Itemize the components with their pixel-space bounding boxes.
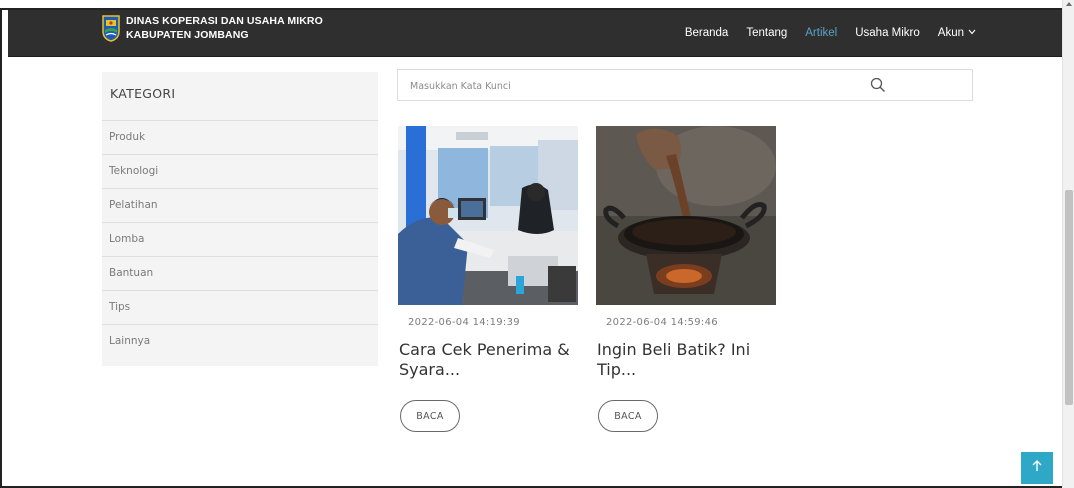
search-bar bbox=[397, 69, 973, 101]
nav-akun-label: Akun bbox=[937, 27, 964, 39]
article-image[interactable] bbox=[596, 126, 776, 305]
brand[interactable]: DINAS KOPERASI DAN USAHA MIKRO KABUPATEN… bbox=[102, 14, 323, 42]
back-to-top-button[interactable] bbox=[1021, 452, 1053, 484]
category-sidebar: KATEGORI Produk Teknologi Pelatihan Lomb… bbox=[102, 72, 378, 366]
article-image[interactable] bbox=[398, 126, 578, 305]
article-card: 2022-06-04 14:59:46 Ingin Beli Batik? In… bbox=[596, 126, 776, 432]
article-card: 2022-06-04 14:19:39 Cara Cek Penerima & … bbox=[398, 126, 578, 432]
main-nav: Beranda Tentang Artikel Usaha Mikro Akun bbox=[667, 10, 976, 56]
arrow-up-icon bbox=[1032, 460, 1042, 476]
brand-line-2: KABUPATEN JOMBANG bbox=[126, 29, 249, 41]
article-date: 2022-06-04 14:19:39 bbox=[408, 317, 520, 328]
jombang-crest-icon bbox=[102, 14, 120, 42]
sidebar-item-tips[interactable]: Tips bbox=[102, 291, 378, 325]
chevron-down-icon bbox=[968, 27, 976, 37]
scroll-up-arrow-icon[interactable] bbox=[1066, 2, 1072, 6]
sidebar-title: KATEGORI bbox=[110, 86, 176, 101]
article-title[interactable]: Cara Cek Penerima & Syara... bbox=[399, 340, 577, 380]
page-scrollbar[interactable] bbox=[1062, 0, 1074, 488]
sidebar-item-bantuan[interactable]: Bantuan bbox=[102, 257, 378, 291]
sidebar-item-lainnya[interactable]: Lainnya bbox=[102, 325, 378, 358]
search-input[interactable] bbox=[408, 76, 852, 96]
sidebar-item-teknologi[interactable]: Teknologi bbox=[102, 155, 378, 189]
nav-tentang[interactable]: Tentang bbox=[746, 27, 787, 39]
nav-artikel[interactable]: Artikel bbox=[805, 27, 837, 39]
window-left-border bbox=[0, 10, 2, 488]
nav-usaha-mikro[interactable]: Usaha Mikro bbox=[855, 27, 920, 39]
brand-text: DINAS KOPERASI DAN USAHA MIKRO KABUPATEN… bbox=[126, 14, 323, 42]
scrollbar-thumb[interactable] bbox=[1065, 190, 1073, 405]
nav-akun[interactable]: Akun bbox=[938, 27, 976, 39]
sidebar-item-pelatihan[interactable]: Pelatihan bbox=[102, 189, 378, 223]
article-date: 2022-06-04 14:59:46 bbox=[606, 317, 718, 328]
sidebar-item-lomba[interactable]: Lomba bbox=[102, 223, 378, 257]
sidebar-item-produk[interactable]: Produk bbox=[102, 120, 378, 155]
brand-line-1: DINAS KOPERASI DAN USAHA MIKRO bbox=[126, 15, 323, 27]
search-icon[interactable] bbox=[870, 77, 886, 93]
top-navbar: DINAS KOPERASI DAN USAHA MIKRO KABUPATEN… bbox=[8, 10, 1062, 57]
article-title[interactable]: Ingin Beli Batik? Ini Tip... bbox=[597, 340, 775, 380]
nav-beranda[interactable]: Beranda bbox=[685, 27, 728, 39]
read-button[interactable]: BACA bbox=[400, 400, 460, 432]
read-button[interactable]: BACA bbox=[598, 400, 658, 432]
